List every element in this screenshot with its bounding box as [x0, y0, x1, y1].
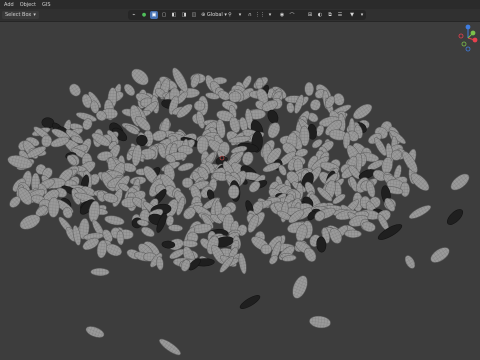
filter-icon[interactable]: ▼ — [348, 11, 356, 19]
menu-add[interactable]: Add — [4, 2, 14, 8]
y-axis-handle[interactable] — [470, 30, 476, 36]
green-dot-icon[interactable]: ● — [140, 11, 148, 19]
viewport-tools: ⌁ ● ▣ ▢ ◧ ◨ ◫ ⊕ Global ▾ ⚲ ▾ ∩ ⋮⋮ ▾ ◉ ⌒ … — [128, 10, 366, 20]
mode-select-icon[interactable]: ▣ — [150, 11, 158, 19]
menu-object[interactable]: Object — [20, 2, 36, 8]
orientation-dropdown[interactable]: ⊕ Global ▾ — [201, 11, 227, 19]
neg-y-axis-handle[interactable] — [461, 41, 467, 47]
mode-subtract-icon[interactable]: ◧ — [170, 11, 178, 19]
mode-extend-icon[interactable]: ▢ — [160, 11, 168, 19]
neg-x-axis-handle[interactable] — [458, 33, 464, 39]
menu-gis[interactable]: GIS — [42, 2, 51, 8]
mode-invert-icon[interactable]: ◫ — [190, 11, 198, 19]
select-box-label: Select Box — [5, 12, 32, 18]
neg-z-axis-handle[interactable] — [465, 46, 471, 52]
seed-mesh — [400, 181, 410, 197]
circle-dot-icon[interactable]: ◉ — [278, 11, 286, 19]
globe-icon: ⊕ — [201, 12, 206, 18]
seed-mesh — [304, 81, 314, 97]
falloff-icon[interactable]: ⌒ — [288, 11, 296, 19]
select-box-dropdown[interactable]: Select Box ▾ — [2, 11, 39, 19]
seed-mesh — [90, 268, 110, 276]
eye-icon[interactable]: ◐ — [316, 11, 324, 19]
seed-mesh — [344, 229, 362, 238]
x-axis-handle[interactable] — [472, 37, 478, 43]
chevron-down-icon[interactable]: ▾ — [236, 11, 244, 19]
3d-viewport[interactable] — [0, 22, 480, 360]
magnet-icon[interactable]: ∩ — [246, 11, 254, 19]
overlays-icon[interactable]: ☰ — [336, 11, 344, 19]
seed-mesh — [136, 134, 148, 146]
mode-intersect-icon[interactable]: ◨ — [180, 11, 188, 19]
view-object-types-icon[interactable]: ⊞ — [306, 11, 314, 19]
menu-bar: Add Object GIS — [0, 0, 480, 9]
z-axis-handle[interactable] — [465, 24, 471, 30]
snap-target-icon[interactable]: ⋮⋮ — [255, 11, 265, 19]
viewport-canvas[interactable] — [0, 22, 480, 360]
navigation-gizmo[interactable] — [458, 24, 478, 52]
pivot-icon[interactable]: ⚲ — [226, 11, 234, 19]
chevron-down-icon[interactable]: ▾ — [266, 11, 274, 19]
gizmo-icon[interactable]: ⧉ — [326, 11, 334, 19]
chevron-down-icon[interactable]: ▾ — [358, 11, 366, 19]
chevron-down-icon: ▾ — [33, 12, 36, 18]
header-toolbar: Select Box ▾ ⌁ ● ▣ ▢ ◧ ◨ ◫ ⊕ Global ▾ ⚲ … — [0, 9, 480, 22]
orientation-label: Global — [206, 12, 223, 18]
snap-toggle-icon[interactable]: ⌁ — [130, 11, 138, 19]
